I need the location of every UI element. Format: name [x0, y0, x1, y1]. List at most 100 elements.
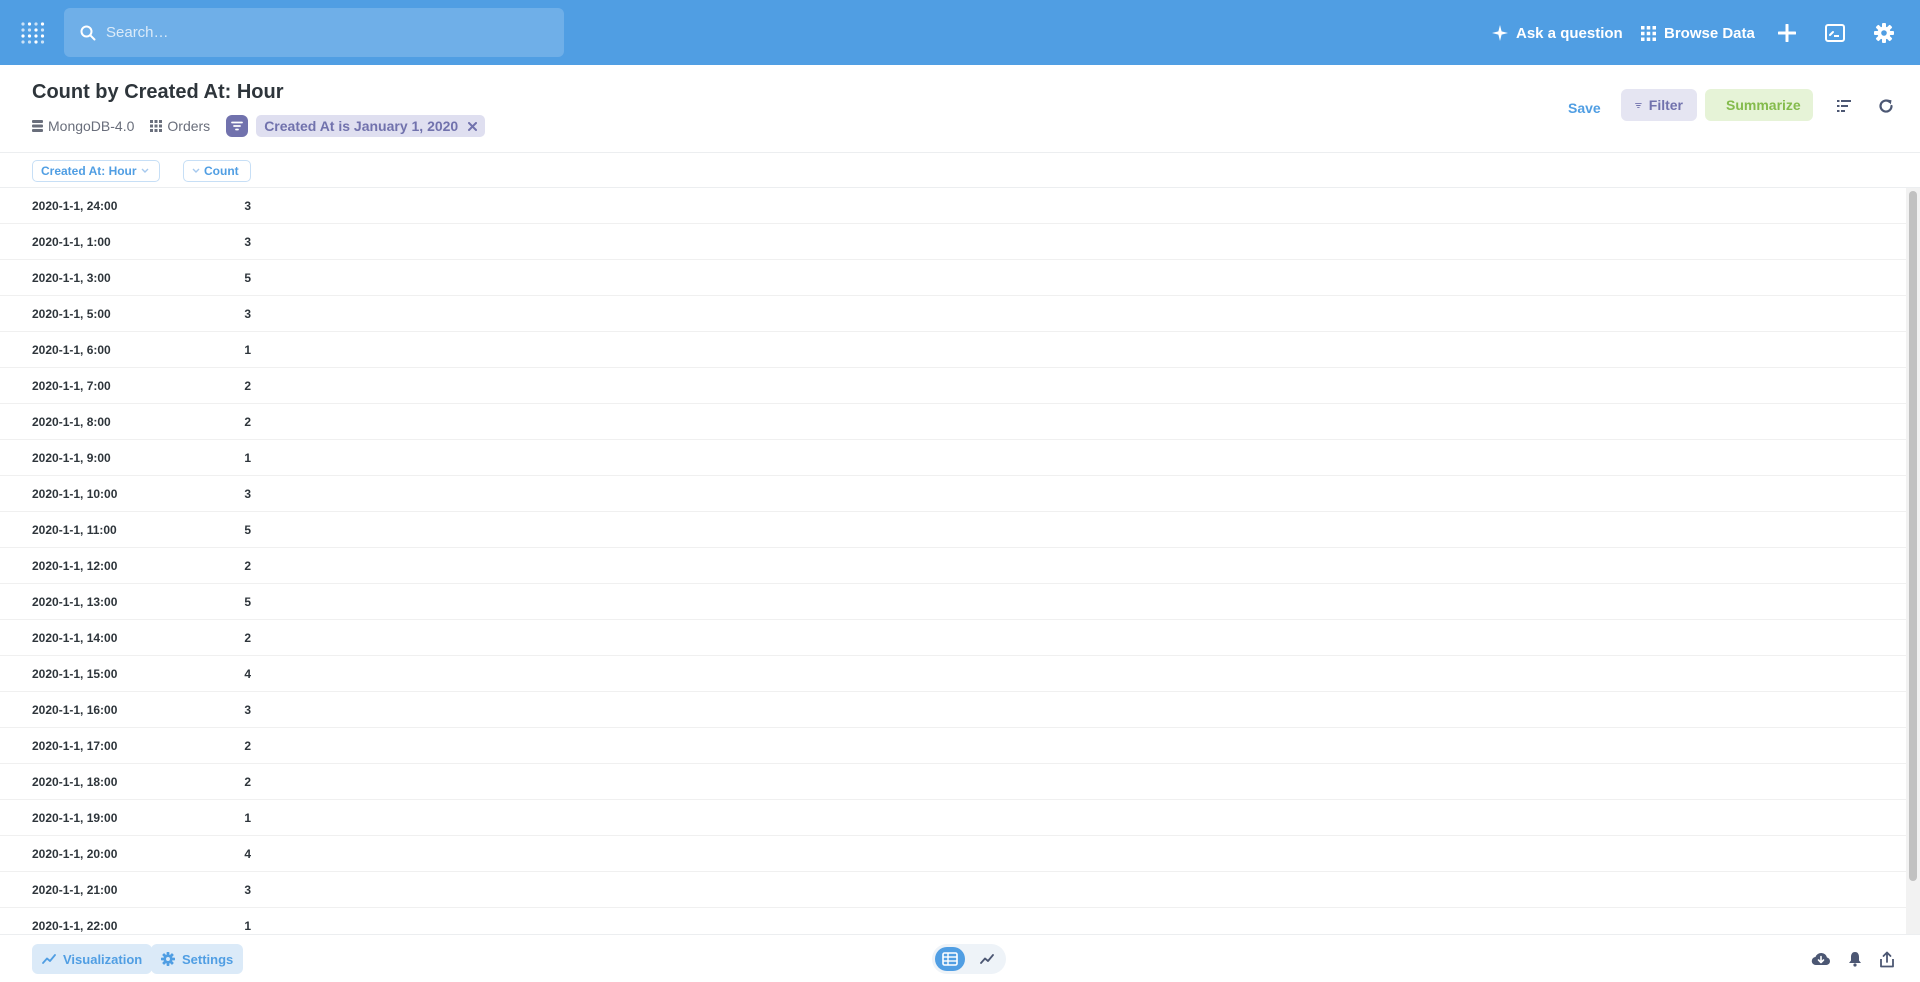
cell-created-at[interactable]: 2020-1-1, 22:00 — [32, 919, 117, 933]
filter-pill-label: Created At is January 1, 2020 — [264, 118, 459, 134]
table-view-icon[interactable] — [935, 947, 965, 971]
notebook-icon[interactable] — [1834, 95, 1856, 117]
cell-created-at[interactable]: 2020-1-1, 16:00 — [32, 703, 117, 717]
cell-created-at[interactable]: 2020-1-1, 7:00 — [32, 379, 111, 393]
cell-count[interactable]: 3 — [190, 487, 251, 501]
cell-created-at[interactable]: 2020-1-1, 24:00 — [32, 199, 117, 213]
filter-icon — [1635, 102, 1642, 108]
cell-created-at[interactable]: 2020-1-1, 5:00 — [32, 307, 111, 321]
top-nav: Ask a question Browse Data — [0, 0, 1920, 65]
table-header: Created At: Hour Count — [0, 154, 1920, 188]
grid-icon — [150, 120, 163, 132]
cell-count[interactable]: 2 — [190, 559, 251, 573]
close-icon[interactable] — [468, 121, 478, 131]
visualization-button[interactable]: Visualization — [32, 944, 153, 974]
visualization-label: Visualization — [63, 951, 143, 967]
cell-count[interactable]: 3 — [190, 199, 251, 213]
cell-created-at[interactable]: 2020-1-1, 12:00 — [32, 559, 117, 573]
ask-question-button[interactable]: Ask a question — [1492, 18, 1623, 48]
cell-created-at[interactable]: 2020-1-1, 13:00 — [32, 595, 117, 609]
settings-button[interactable]: Settings — [151, 944, 244, 974]
cell-created-at[interactable]: 2020-1-1, 18:00 — [32, 775, 117, 789]
search-icon — [80, 25, 96, 40]
cell-count[interactable]: 4 — [190, 847, 251, 861]
page-title: Count by Created At: Hour — [32, 81, 284, 103]
table-row: 2020-1-1, 12:00 2 — [0, 548, 1906, 584]
cell-count[interactable]: 3 — [190, 883, 251, 897]
cell-created-at[interactable]: 2020-1-1, 8:00 — [32, 415, 111, 429]
cell-created-at[interactable]: 2020-1-1, 11:00 — [32, 523, 117, 537]
cell-count[interactable]: 3 — [190, 235, 251, 249]
grid-icon — [1641, 25, 1656, 41]
table-row: 2020-1-1, 11:00 5 — [0, 512, 1906, 548]
table-row: 2020-1-1, 8:00 2 — [0, 404, 1906, 440]
cell-created-at[interactable]: 2020-1-1, 17:00 — [32, 739, 117, 753]
view-toggle — [932, 944, 1006, 974]
cell-created-at[interactable]: 2020-1-1, 20:00 — [32, 847, 117, 861]
database-label: MongoDB-4.0 — [48, 118, 135, 134]
cell-count[interactable]: 2 — [190, 739, 251, 753]
cell-count[interactable]: 5 — [190, 271, 251, 285]
logo-icon[interactable] — [20, 20, 46, 46]
filter-pill[interactable]: Created At is January 1, 2020 — [256, 115, 486, 137]
gear-icon[interactable] — [1871, 20, 1897, 46]
table-row: 2020-1-1, 7:00 2 — [0, 368, 1906, 404]
cell-count[interactable]: 5 — [190, 523, 251, 537]
cell-created-at[interactable]: 2020-1-1, 9:00 — [32, 451, 111, 465]
filter-toggle-icon[interactable] — [226, 115, 249, 137]
table-row: 2020-1-1, 17:00 2 — [0, 728, 1906, 764]
cell-created-at[interactable]: 2020-1-1, 1:00 — [32, 235, 111, 249]
cell-count[interactable]: 1 — [190, 919, 251, 933]
table-row: 2020-1-1, 13:00 5 — [0, 584, 1906, 620]
cell-count[interactable]: 3 — [190, 703, 251, 717]
scrollbar-thumb[interactable] — [1909, 191, 1917, 881]
cell-count[interactable]: 1 — [190, 343, 251, 357]
cell-count[interactable]: 1 — [190, 811, 251, 825]
line-chart-icon — [42, 954, 56, 964]
chevron-down-icon — [141, 168, 149, 173]
plus-icon[interactable] — [1774, 20, 1800, 46]
breadcrumb-database[interactable]: MongoDB-4.0 — [32, 118, 134, 134]
cell-count[interactable]: 2 — [190, 775, 251, 789]
cell-count[interactable]: 2 — [190, 379, 251, 393]
cell-created-at[interactable]: 2020-1-1, 19:00 — [32, 811, 117, 825]
chevron-down-icon — [192, 168, 200, 173]
column-header-count[interactable]: Count — [183, 160, 251, 182]
cell-count[interactable]: 1 — [190, 451, 251, 465]
cell-count[interactable]: 4 — [190, 667, 251, 681]
cell-count[interactable]: 5 — [190, 595, 251, 609]
search-input[interactable] — [106, 24, 526, 41]
bell-icon[interactable] — [1844, 948, 1866, 970]
summarize-button[interactable]: Summarize — [1705, 89, 1813, 121]
table-row: 2020-1-1, 20:00 4 — [0, 836, 1906, 872]
cell-count[interactable]: 2 — [190, 415, 251, 429]
download-icon[interactable] — [1810, 948, 1832, 970]
refresh-icon[interactable] — [1875, 95, 1897, 117]
table-row: 2020-1-1, 22:00 1 — [0, 908, 1906, 934]
share-icon[interactable] — [1876, 948, 1898, 970]
table-row: 2020-1-1, 5:00 3 — [0, 296, 1906, 332]
filter-button[interactable]: Filter — [1621, 89, 1697, 121]
cell-count[interactable]: 2 — [190, 631, 251, 645]
cell-created-at[interactable]: 2020-1-1, 21:00 — [32, 883, 117, 897]
table-row: 2020-1-1, 14:00 2 — [0, 620, 1906, 656]
cell-created-at[interactable]: 2020-1-1, 15:00 — [32, 667, 117, 681]
cell-created-at[interactable]: 2020-1-1, 14:00 — [32, 631, 117, 645]
search-bar[interactable] — [64, 8, 564, 57]
table-row: 2020-1-1, 18:00 2 — [0, 764, 1906, 800]
terminal-icon[interactable] — [1822, 20, 1848, 46]
browse-data-button[interactable]: Browse Data — [1641, 18, 1755, 48]
cell-created-at[interactable]: 2020-1-1, 3:00 — [32, 271, 111, 285]
column-header-label: Count — [204, 164, 239, 178]
save-button[interactable]: Save — [1568, 100, 1601, 116]
cell-created-at[interactable]: 2020-1-1, 6:00 — [32, 343, 111, 357]
cell-count[interactable]: 3 — [190, 307, 251, 321]
vertical-scrollbar[interactable] — [1906, 188, 1920, 934]
chart-view-icon[interactable] — [972, 947, 1002, 971]
breadcrumb-table[interactable]: Orders — [150, 118, 210, 134]
cell-created-at[interactable]: 2020-1-1, 10:00 — [32, 487, 117, 501]
table-row: 2020-1-1, 10:00 3 — [0, 476, 1906, 512]
column-header-created-at[interactable]: Created At: Hour — [32, 160, 160, 182]
table-row: 2020-1-1, 6:00 1 — [0, 332, 1906, 368]
table-row: 2020-1-1, 21:00 3 — [0, 872, 1906, 908]
